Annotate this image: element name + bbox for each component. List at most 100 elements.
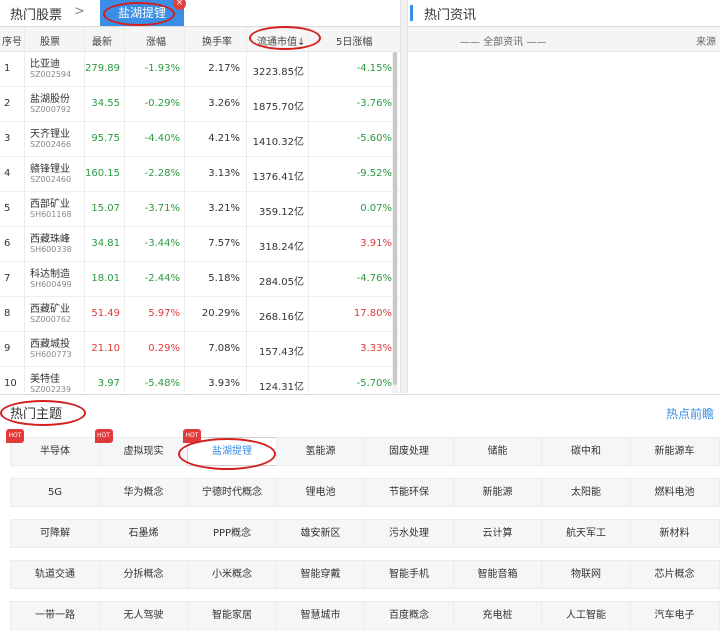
theme-chip[interactable]: 智能手机 [364,560,454,589]
five-day-change: -9.52% [356,168,392,179]
row-index: 6 [4,238,11,249]
theme-chip[interactable]: 新能源车 [629,437,720,466]
five-day-change: -5.60% [356,133,392,144]
row-index: 2 [4,98,11,109]
turnover-rate: 3.13% [208,168,240,179]
stock-code: SZ000762 [30,315,72,324]
stock-name: 科达制造 [30,269,70,280]
change-pct: -5.48% [144,378,180,389]
theme-chip[interactable]: 人工智能 [541,601,631,630]
theme-chip[interactable]: 一带一路 [10,601,100,630]
col-latest[interactable]: 最新 [92,33,112,48]
row-index: 3 [4,133,11,144]
panel-splitter[interactable] [400,0,408,393]
col-stock[interactable]: 股票 [40,33,60,48]
col-change[interactable]: 涨幅 [146,33,166,48]
theme-chip[interactable]: 航天军工 [541,519,631,548]
market-cap: 1410.32亿 [252,137,304,148]
theme-chip[interactable]: 太阳能 [541,478,631,507]
table-row[interactable]: 8 西藏矿业 SZ000762 51.49 5.97% 20.29% 268.16亿 17.8… [0,297,400,332]
theme-chip[interactable]: 储能 [452,437,543,466]
row-index: 9 [4,343,11,354]
theme-chip[interactable]: 无人驾驶 [98,601,189,630]
theme-chip[interactable]: 宁德时代概念 [187,478,277,507]
theme-chip[interactable]: 云计算 [452,519,543,548]
news-source-col: 来源 [696,37,716,48]
turnover-rate: 4.21% [208,133,240,144]
table-row[interactable]: 9 西藏城投 SH600773 21.10 0.29% 7.08% 157.43亿 3.33% [0,332,400,367]
stock-list: 1 比亚迪 SZ002594 279.89 -1.93% 2.17% 3223.85亿 -4.… [0,52,400,402]
row-index: 10 [4,378,17,389]
theme-chip[interactable]: 碳中和 [541,437,631,466]
themes-title: 热门主题 [10,407,63,422]
theme-chip[interactable]: 芯片概念 [629,560,720,589]
theme-chip[interactable]: 轨道交通 [10,560,100,589]
theme-chip[interactable]: 充电桩 [452,601,543,630]
turnover-rate: 3.21% [208,203,240,214]
table-row[interactable]: 7 科达制造 SH600499 18.01 -2.44% 5.18% 284.05亿 -4.7… [0,262,400,297]
news-filter[interactable]: —— 全部资讯 —— [460,33,546,48]
hot-forecast-link[interactable]: 热点前瞻 [666,405,714,422]
theme-chip[interactable]: 可降解 [10,519,100,548]
row-index: 5 [4,203,11,214]
table-row[interactable]: 2 盐湖股份 SZ000792 34.55 -0.29% 3.26% 1875.70亿 -3.… [0,87,400,122]
turnover-rate: 20.29% [201,308,240,319]
theme-chip[interactable]: 燃料电池 [629,478,720,507]
five-day-change: 17.80% [353,308,392,319]
turnover-rate: 2.17% [208,63,240,74]
theme-chip[interactable]: 锂电池 [275,478,366,507]
stock-code: SH600773 [30,350,72,359]
col-5day-change[interactable]: 5日涨幅 [336,33,372,48]
stock-name: 西藏矿业 [30,304,70,315]
table-row[interactable]: 1 比亚迪 SZ002594 279.89 -1.93% 2.17% 3223.85亿 -4.… [0,52,400,87]
col-divider [184,27,185,393]
theme-chip[interactable]: 分拆概念 [98,560,189,589]
theme-chip[interactable]: 5G [10,478,100,507]
market-cap: 157.43亿 [259,347,304,358]
theme-chip[interactable]: 百度概念 [364,601,454,630]
breadcrumb-arrow-icon: > [74,4,85,19]
theme-chip[interactable]: 新材料 [629,519,720,548]
row-index: 8 [4,308,11,319]
market-cap: 284.05亿 [259,277,304,288]
turnover-rate: 3.93% [208,378,240,389]
theme-chip[interactable]: 小米概念 [187,560,277,589]
theme-chip[interactable]: 华为概念 [98,478,189,507]
table-row[interactable]: 5 西部矿业 SH601168 15.07 -3.71% 3.21% 359.12亿 0.07… [0,192,400,227]
theme-chip[interactable]: 氢能源 [275,437,366,466]
theme-chip[interactable]: 污水处理 [364,519,454,548]
tab-salt-lake-lithium[interactable]: 盐湖提锂 [100,0,184,26]
latest-price: 15.07 [91,203,120,214]
col-divider [308,27,309,393]
scrollbar-thumb[interactable] [393,52,397,385]
row-index: 1 [4,63,11,74]
theme-chip[interactable]: 雄安新区 [275,519,366,548]
change-pct: 5.97% [148,308,180,319]
theme-chip[interactable]: 固废处理 [364,437,454,466]
theme-chip[interactable]: 智能家居 [187,601,277,630]
five-day-change: -5.70% [356,378,392,389]
theme-chip[interactable]: 智慧城市 [275,601,366,630]
five-day-change: -3.76% [356,98,392,109]
theme-chip[interactable]: 物联网 [541,560,631,589]
close-tab-icon[interactable]: × [173,0,186,10]
col-turnover[interactable]: 换手率 [202,33,232,48]
table-row[interactable]: 6 西藏珠峰 SH600338 34.81 -3.44% 7.57% 318.24亿 3.91… [0,227,400,262]
table-row[interactable]: 3 天齐锂业 SZ002466 95.75 -4.40% 4.21% 1410.32亿 -5.… [0,122,400,157]
theme-chip[interactable]: PPP概念 [187,519,277,548]
col-index[interactable]: 序号 [2,33,22,48]
theme-chip[interactable]: 节能环保 [364,478,454,507]
tab-hot-stocks[interactable]: 热门股票 [10,4,62,23]
theme-chip[interactable]: 石墨烯 [98,519,189,548]
hot-badge-icon: HOT [183,429,201,443]
stock-code: SZ002239 [30,385,72,394]
theme-chip[interactable]: 新能源 [452,478,543,507]
theme-chip[interactable]: 智能音箱 [452,560,543,589]
col-market-cap[interactable]: 流通市值↓ [257,33,305,48]
five-day-change: 3.91% [360,238,392,249]
table-row[interactable]: 4 赣锋锂业 SZ002460 160.15 -2.28% 3.13% 1376.41亿 -9… [0,157,400,192]
row-index: 7 [4,273,11,284]
stock-name: 赣锋锂业 [30,164,70,175]
theme-chip[interactable]: 汽车电子 [629,601,720,630]
theme-chip[interactable]: 智能穿戴 [275,560,366,589]
